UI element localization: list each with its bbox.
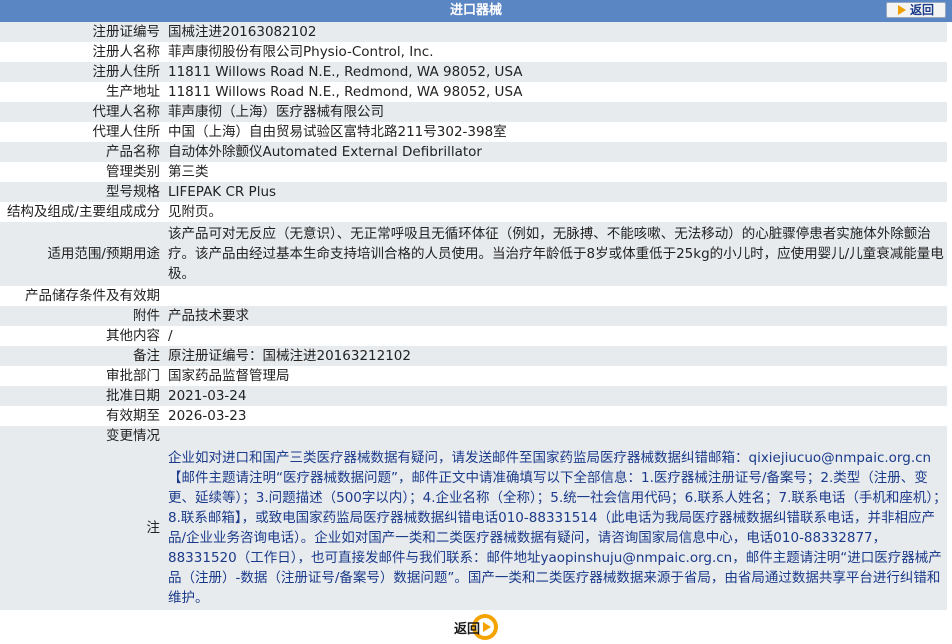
table-row: 生产地址 11811 Willows Road N.E., Redmond, WA… (0, 82, 947, 102)
field-label: 变更情况 (0, 426, 164, 446)
field-label: 批准日期 (0, 386, 164, 406)
back-button-bottom-label: 返回 (454, 622, 481, 637)
table-row: 注册证编号 国械注进20163082102 (0, 22, 947, 42)
field-value (164, 426, 947, 446)
field-value: 2026-03-23 (164, 406, 947, 426)
table-row: 产品名称 自动体外除颤仪Automated External Defibrilla… (0, 142, 947, 162)
field-value: LIFEPAK CR Plus (164, 182, 947, 202)
field-value: 国家药品监督管理局 (164, 366, 947, 386)
field-label: 管理类别 (0, 162, 164, 182)
back-button-top-label: 返回 (909, 3, 934, 17)
field-label: 适用范围/预期用途 (0, 222, 164, 286)
detail-table: 注册证编号 国械注进20163082102 注册人名称 菲声康彻股份有限公司Physi… (0, 22, 947, 610)
note-label: 注 (0, 446, 164, 610)
field-label: 审批部门 (0, 366, 164, 386)
arrow-right-icon (897, 5, 906, 15)
table-row: 其他内容 / (0, 326, 947, 346)
field-value: 菲声康彻（上海）医疗器械有限公司 (164, 102, 947, 122)
table-row: 变更情况 (0, 426, 947, 446)
table-row: 批准日期 2021-03-24 (0, 386, 947, 406)
field-label: 产品储存条件及有效期 (0, 286, 164, 306)
table-row: 注册人住所 11811 Willows Road N.E., Redmond, W… (0, 62, 947, 82)
table-row: 审批部门 国家药品监督管理局 (0, 366, 947, 386)
table-row: 附件 产品技术要求 (0, 306, 947, 326)
table-row: 结构及组成/主要组成成分 见附页。 (0, 202, 947, 222)
field-label: 备注 (0, 346, 164, 366)
field-label: 生产地址 (0, 82, 164, 102)
field-label: 产品名称 (0, 142, 164, 162)
field-label: 型号规格 (0, 182, 164, 202)
field-value: 原注册证编号：国械注进20163212102 (164, 346, 947, 366)
field-value: 国械注进20163082102 (164, 22, 947, 42)
footer: 返回 (0, 614, 952, 644)
table-row: 产品储存条件及有效期 (0, 286, 947, 306)
field-value (164, 286, 947, 306)
field-label: 注册人住所 (0, 62, 164, 82)
note-text: 企业如对进口和国产三类医疗器械数据有疑问，请发送邮件至国家药监局医疗器械数据纠错… (164, 446, 947, 610)
field-value: 自动体外除颤仪Automated External Defibrillator (164, 142, 947, 162)
field-label: 代理人名称 (0, 102, 164, 122)
field-value: 第三类 (164, 162, 947, 182)
field-value: 中国（上海）自由贸易试验区富特北路211号302-398室 (164, 122, 947, 142)
field-value: / (164, 326, 947, 346)
note-row: 注 企业如对进口和国产三类医疗器械数据有疑问，请发送邮件至国家药监局医疗器械数据… (0, 446, 947, 610)
field-label: 附件 (0, 306, 164, 326)
table-row: 型号规格 LIFEPAK CR Plus (0, 182, 947, 202)
table-row: 代理人名称 菲声康彻（上海）医疗器械有限公司 (0, 102, 947, 122)
field-label: 有效期至 (0, 406, 164, 426)
field-value: 产品技术要求 (164, 306, 947, 326)
field-value: 11811 Willows Road N.E., Redmond, WA 980… (164, 82, 947, 102)
table-row: 注册人名称 菲声康彻股份有限公司Physio-Control, Inc. (0, 42, 947, 62)
table-row: 有效期至 2026-03-23 (0, 406, 947, 426)
field-value: 菲声康彻股份有限公司Physio-Control, Inc. (164, 42, 947, 62)
page-title: 进口器械 (449, 3, 502, 18)
table-row: 适用范围/预期用途 该产品可对无反应（无意识）、无正常呼吸且无循环体征（例如，无脉… (0, 222, 947, 286)
page-header: 进口器械 返回 (0, 0, 952, 22)
field-label: 其他内容 (0, 326, 164, 346)
field-label: 注册证编号 (0, 22, 164, 42)
field-label: 代理人住所 (0, 122, 164, 142)
field-value: 该产品可对无反应（无意识）、无正常呼吸且无循环体征（例如，无脉搏、不能咳嗽、无法… (164, 222, 947, 286)
field-label: 结构及组成/主要组成成分 (0, 202, 164, 222)
table-row: 备注 原注册证编号：国械注进20163212102 (0, 346, 947, 366)
field-value: 2021-03-24 (164, 386, 947, 406)
back-button-bottom[interactable]: 返回 (454, 614, 498, 640)
field-value: 11811 Willows Road N.E., Redmond, WA 980… (164, 62, 947, 82)
field-value: 见附页。 (164, 202, 947, 222)
table-row: 管理类别 第三类 (0, 162, 947, 182)
field-label: 注册人名称 (0, 42, 164, 62)
back-button-top[interactable]: 返回 (886, 2, 946, 18)
table-row: 代理人住所 中国（上海）自由贸易试验区富特北路211号302-398室 (0, 122, 947, 142)
